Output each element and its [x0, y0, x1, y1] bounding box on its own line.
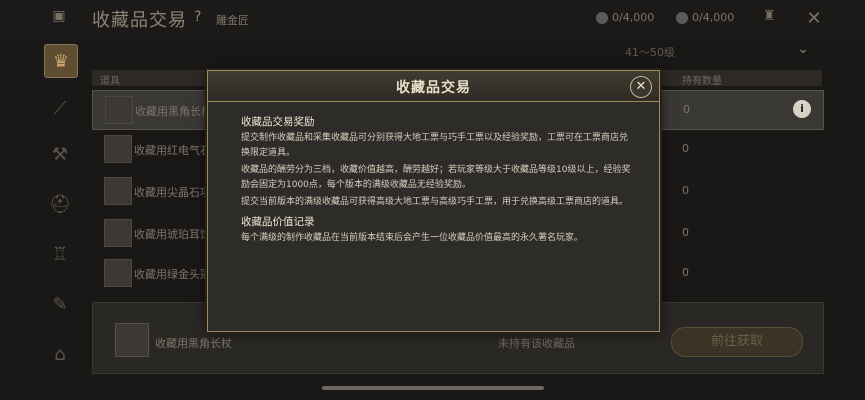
- sidebar-item-anvil[interactable]: ⚒: [44, 138, 76, 170]
- box-icon[interactable]: ▣: [50, 8, 68, 26]
- dialog-title: 收藏品交易: [396, 80, 471, 96]
- item-count: 0: [682, 142, 689, 155]
- level-select-value: 41～50级: [625, 46, 675, 59]
- rewards-paragraph-2: 收藏品的酬劳分为三档，收藏价值越高，酬劳越好；若玩家等级大于收藏品等级10级以上…: [241, 165, 631, 190]
- section-heading-value-record: 收藏品价值记录: [241, 216, 315, 228]
- emblem-icon[interactable]: ♜: [760, 8, 778, 26]
- level-select[interactable]: 41～50级 ⌄: [605, 40, 815, 62]
- sidebar-item-staff[interactable]: ⟋: [44, 92, 76, 124]
- armor-icon: ♖: [51, 243, 69, 265]
- sidebar-item-feather[interactable]: ✎: [44, 288, 76, 320]
- house-icon: ⌂: [54, 343, 66, 365]
- anvil-icon: ⚒: [51, 143, 69, 165]
- item-count: 0: [682, 226, 689, 239]
- column-count: 持有数量: [682, 76, 722, 87]
- helmet-icon: ⛑: [48, 193, 72, 215]
- close-icon[interactable]: ✕: [805, 8, 823, 29]
- item-name: 收藏用尖晶石项: [134, 186, 211, 199]
- item-thumbnail: [104, 177, 132, 205]
- sidebar-item-crown[interactable]: ♛: [44, 44, 78, 78]
- currency-1-icon: [596, 11, 608, 24]
- item-name: 收藏用黑角长杖: [135, 105, 212, 118]
- section-heading-rewards: 收藏品交易奖励: [241, 116, 315, 128]
- help-dialog: 收藏品交易 ✕ 收藏品交易奖励 提交制作收藏品和采集收藏品可分别获得大地工票与巧…: [207, 70, 660, 332]
- item-thumbnail: [105, 96, 133, 124]
- chevron-down-icon: ⌄: [797, 41, 809, 57]
- staff-icon: ⟋: [53, 97, 67, 119]
- top-bar: ▣ 收藏品交易 ? 雕金匠 0/4,000 0/4,000 ♜ ✕: [0, 0, 865, 36]
- selected-item-status: 未持有该收藏品: [498, 337, 575, 350]
- currency-2: 0/4,000: [676, 11, 734, 24]
- crown-icon: ♛: [52, 50, 70, 72]
- help-icon[interactable]: ?: [194, 9, 201, 25]
- rewards-paragraph-3: 提交当前版本的满级收藏品可获得高级大地工票与高级巧手工票，用于兑换高级工票商店的…: [241, 197, 629, 207]
- home-indicator: [322, 386, 544, 390]
- feather-icon: ✎: [52, 293, 68, 315]
- dialog-body: 收藏品交易奖励 提交制作收藏品和采集收藏品可分别获得大地工票与巧手工票以及经验奖…: [241, 115, 636, 248]
- item-name: 收藏用红电气石: [134, 144, 211, 157]
- info-icon[interactable]: i: [793, 100, 811, 118]
- sidebar-item-armor[interactable]: ♖: [44, 238, 76, 270]
- page-title: 收藏品交易: [92, 10, 187, 31]
- item-thumbnail: [104, 259, 132, 287]
- selected-item-thumbnail: [115, 323, 149, 357]
- item-count: 0: [682, 184, 689, 197]
- goto-button[interactable]: 前往获取: [671, 327, 803, 357]
- dialog-header: 收藏品交易 ✕: [208, 71, 659, 102]
- item-thumbnail: [104, 219, 132, 247]
- close-icon: ✕: [635, 79, 647, 94]
- selected-item-name: 收藏用黑角长杖: [155, 337, 232, 350]
- sidebar-item-helmet[interactable]: ⛑: [44, 188, 76, 220]
- item-name: 收藏用绿金头冠: [134, 268, 211, 281]
- close-button[interactable]: ✕: [630, 76, 652, 98]
- page-subtitle: 雕金匠: [216, 14, 249, 27]
- item-name: 收藏用琥珀耳饰: [134, 228, 211, 241]
- item-count: 0: [682, 266, 689, 279]
- item-thumbnail: [104, 135, 132, 163]
- item-count: 0: [683, 103, 690, 116]
- currency-2-value: 0/4,000: [692, 11, 735, 24]
- currency-1: 0/4,000: [596, 11, 654, 24]
- currency-1-value: 0/4,000: [612, 11, 655, 24]
- sidebar-item-house[interactable]: ⌂: [44, 338, 76, 370]
- rewards-paragraph-1: 提交制作收藏品和采集收藏品可分别获得大地工票与巧手工票以及经验奖励，工票可在工票…: [241, 133, 629, 158]
- currency-2-icon: [676, 11, 688, 24]
- value-record-paragraph: 每个满级的制作收藏品在当前版本结束后会产生一位收藏品价值最高的永久著名玩家。: [241, 233, 584, 243]
- category-sidebar: ♛ ⟋ ⚒ ⛑ ♖ ✎ ⌂: [40, 40, 80, 400]
- column-item: 道具: [100, 76, 120, 87]
